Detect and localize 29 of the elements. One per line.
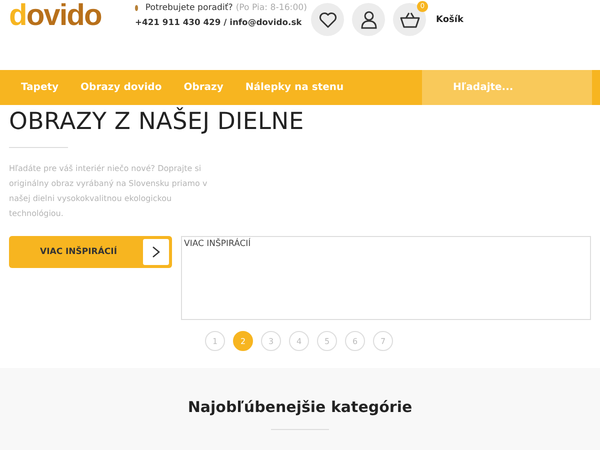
basket-icon [400, 12, 420, 28]
page-button[interactable]: 3 [261, 331, 281, 351]
nav-link[interactable]: Obrazy [172, 82, 234, 93]
help-question: Potrebujete poradiť? [145, 3, 233, 13]
contact-line: +421 911 430 429 / info@dovido.sk [135, 17, 303, 27]
cart-link[interactable]: Košík [436, 14, 464, 24]
page-button[interactable]: 6 [345, 331, 365, 351]
page-button[interactable]: 7 [373, 331, 393, 351]
page-button[interactable]: 2 [233, 331, 253, 351]
chevron-right-icon [143, 239, 169, 265]
heart-icon [318, 12, 336, 28]
intro-paragraph: Hľadáte pre váš interiér niečo nové? Doprajte si originálny obraz vyrábaný na Slovensku priamo v našej dielni vysokokvalitnou ekologickou technológiou. [9, 163, 208, 220]
text-area[interactable]: VIAC INŠPIRÁCIÍ [181, 236, 591, 320]
wishlist-button[interactable] [311, 3, 344, 36]
section-heading: Najobľúbenejšie kategórie [188, 398, 412, 416]
inspiration-button[interactable]: VIAC INŠPIRÁCIÍ [9, 236, 172, 268]
status-dot-icon [135, 5, 138, 11]
opening-hours: (Po Pia: 8-16:00) [236, 3, 307, 13]
nav-link[interactable]: Nálepky na stenu [234, 82, 355, 93]
page-heading: OBRAZY Z NAŠEJ DIELNE [9, 107, 305, 135]
page-button[interactable]: 5 [317, 331, 337, 351]
page-button[interactable]: 4 [289, 331, 309, 351]
nav-link[interactable]: Tapety [10, 82, 70, 93]
account-button[interactable] [352, 3, 385, 36]
nav-link[interactable]: Obrazy dovido [70, 82, 173, 93]
search-field[interactable]: Hľadajte... [422, 70, 592, 105]
user-icon [360, 10, 376, 28]
page-button[interactable]: 1 [205, 331, 225, 351]
logo[interactable]: dovido [9, 1, 119, 31]
